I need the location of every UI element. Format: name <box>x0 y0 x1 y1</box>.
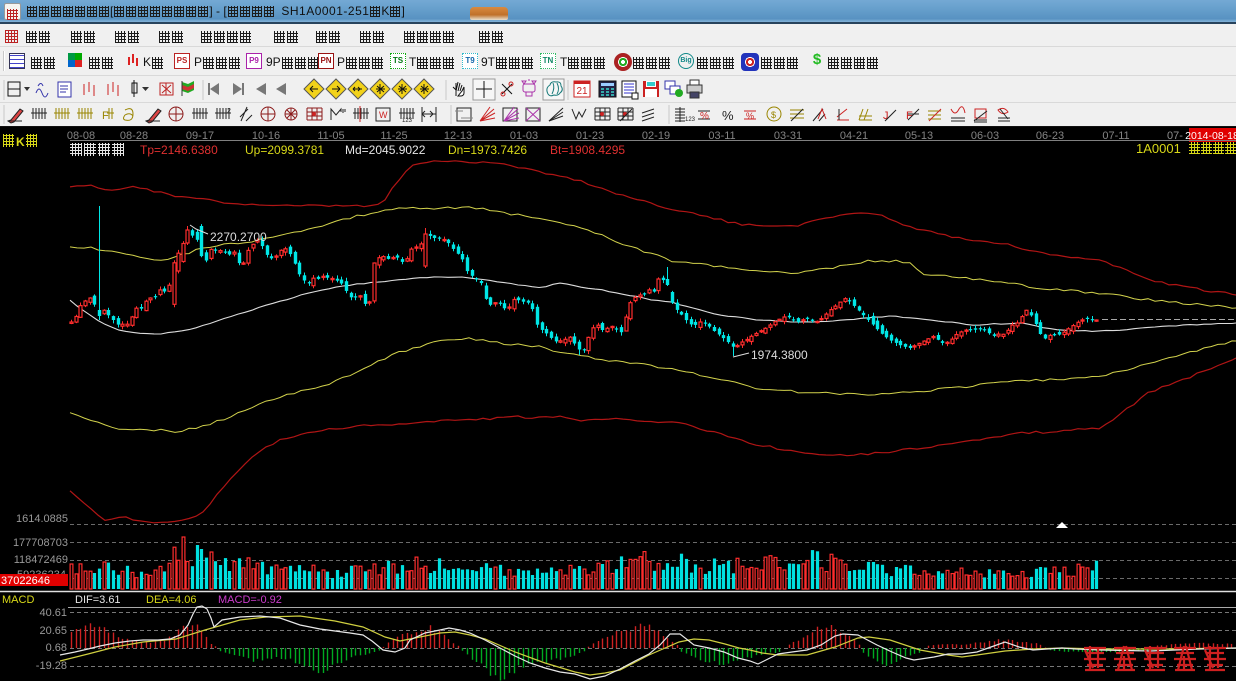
svg-text:DIF=3.61: DIF=3.61 <box>75 594 121 606</box>
svg-text:Md=2045.9022: Md=2045.9022 <box>345 143 426 157</box>
svg-text:Dn=1973.7426: Dn=1973.7426 <box>448 143 527 157</box>
svg-text:20.65: 20.65 <box>39 625 67 637</box>
svg-text:177708703: 177708703 <box>13 537 68 549</box>
svg-text:1A0001: 1A0001 <box>1136 141 1181 156</box>
svg-text:MACD: MACD <box>2 594 34 606</box>
svg-text:118472469: 118472469 <box>14 554 68 566</box>
svg-text:40.61: 40.61 <box>39 607 67 619</box>
svg-text:Tp=2146.6380: Tp=2146.6380 <box>140 143 218 157</box>
svg-text:MACD=-0.92: MACD=-0.92 <box>218 594 282 606</box>
svg-text:Bt=1908.4295: Bt=1908.4295 <box>550 143 625 157</box>
svg-text:-19.28: -19.28 <box>36 660 67 672</box>
svg-text:37022646: 37022646 <box>1 575 50 587</box>
svg-text:Up=2099.3781: Up=2099.3781 <box>245 143 324 157</box>
svg-text:1974.3800: 1974.3800 <box>751 348 808 362</box>
svg-text:2270.2700: 2270.2700 <box>210 230 267 244</box>
svg-text:1614.0885: 1614.0885 <box>16 513 68 525</box>
svg-text:DEA=4.06: DEA=4.06 <box>146 594 196 606</box>
svg-text:0.68: 0.68 <box>46 642 67 654</box>
svg-text:K: K <box>16 135 25 149</box>
